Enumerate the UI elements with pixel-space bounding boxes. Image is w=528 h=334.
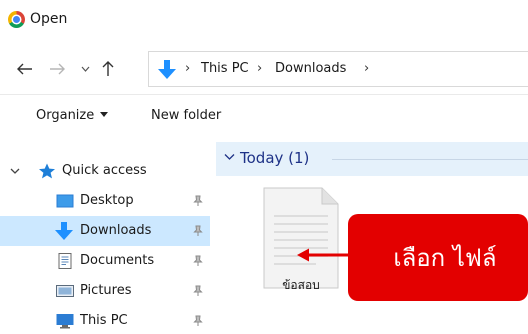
sidebar-item-label: Downloads (80, 223, 152, 238)
sidebar-item-this-pc[interactable]: This PC (0, 306, 210, 334)
recent-locations-button[interactable] (78, 56, 92, 82)
computer-icon (56, 314, 74, 329)
new-folder-button[interactable]: New folder (151, 108, 221, 123)
group-divider (332, 159, 528, 160)
desktop-folder-icon (56, 194, 74, 208)
sidebar-item-label: Quick access (62, 163, 147, 178)
pin-icon[interactable] (193, 315, 203, 327)
command-toolbar: Organize New folder (0, 94, 528, 136)
breadcrumb-this-pc[interactable]: This PC (201, 61, 249, 76)
pin-icon[interactable] (193, 285, 203, 297)
pin-icon[interactable] (193, 255, 203, 267)
group-header-today[interactable]: Today (1) (216, 142, 528, 176)
documents-folder-icon (58, 253, 72, 269)
sidebar-item-label: This PC (80, 313, 128, 328)
dropdown-caret-icon (100, 112, 109, 117)
annotation-callout: เลือก ไฟล์ (348, 214, 528, 301)
chevron-down-icon[interactable] (10, 164, 20, 178)
title-bar: Open (0, 0, 528, 42)
document-file-icon[interactable] (260, 186, 342, 290)
arrow-left-icon (297, 248, 350, 262)
group-label: Today (1) (240, 149, 310, 167)
downloads-folder-icon (55, 222, 73, 240)
annotation-label: เลือก ไฟล์ (393, 244, 497, 272)
chevron-down-icon[interactable] (224, 153, 235, 161)
sidebar-item-downloads[interactable]: Downloads (0, 216, 210, 246)
pin-icon[interactable] (193, 225, 203, 237)
arrow-up-icon (102, 61, 114, 76)
sidebar-item-label: Desktop (80, 193, 134, 208)
arrow-left-icon (17, 63, 32, 75)
star-icon (39, 163, 55, 179)
downloads-icon (158, 60, 176, 79)
navigation-pane: Quick access Desktop Downloads Documents (0, 140, 210, 334)
arrow-right-icon (50, 63, 65, 75)
organize-label: Organize (36, 108, 95, 123)
breadcrumb-separator: › (185, 61, 191, 76)
back-button[interactable] (14, 56, 36, 82)
chevron-down-icon (81, 66, 89, 72)
file-name: ข้อสอบ (282, 278, 320, 292)
sidebar-item-pictures[interactable]: Pictures (0, 276, 210, 306)
address-bar[interactable]: › This PC › Downloads › (148, 51, 528, 87)
breadcrumb-separator[interactable]: › (364, 61, 369, 76)
forward-button[interactable] (46, 56, 68, 82)
breadcrumb-separator[interactable]: › (257, 61, 262, 76)
sidebar-item-quick-access[interactable]: Quick access (0, 156, 210, 186)
organize-button[interactable]: Organize (36, 108, 109, 123)
breadcrumb-downloads[interactable]: Downloads (275, 61, 346, 76)
pictures-folder-icon (56, 285, 74, 297)
sidebar-item-documents[interactable]: Documents (0, 246, 210, 276)
up-button[interactable] (97, 56, 119, 82)
chrome-icon (8, 11, 25, 28)
sidebar-item-label: Documents (80, 253, 155, 268)
sidebar-item-desktop[interactable]: Desktop (0, 186, 210, 216)
navigation-bar: › This PC › Downloads › (0, 48, 528, 90)
sidebar-item-label: Pictures (80, 283, 132, 298)
window-title: Open (30, 11, 68, 27)
pin-icon[interactable] (193, 195, 203, 207)
